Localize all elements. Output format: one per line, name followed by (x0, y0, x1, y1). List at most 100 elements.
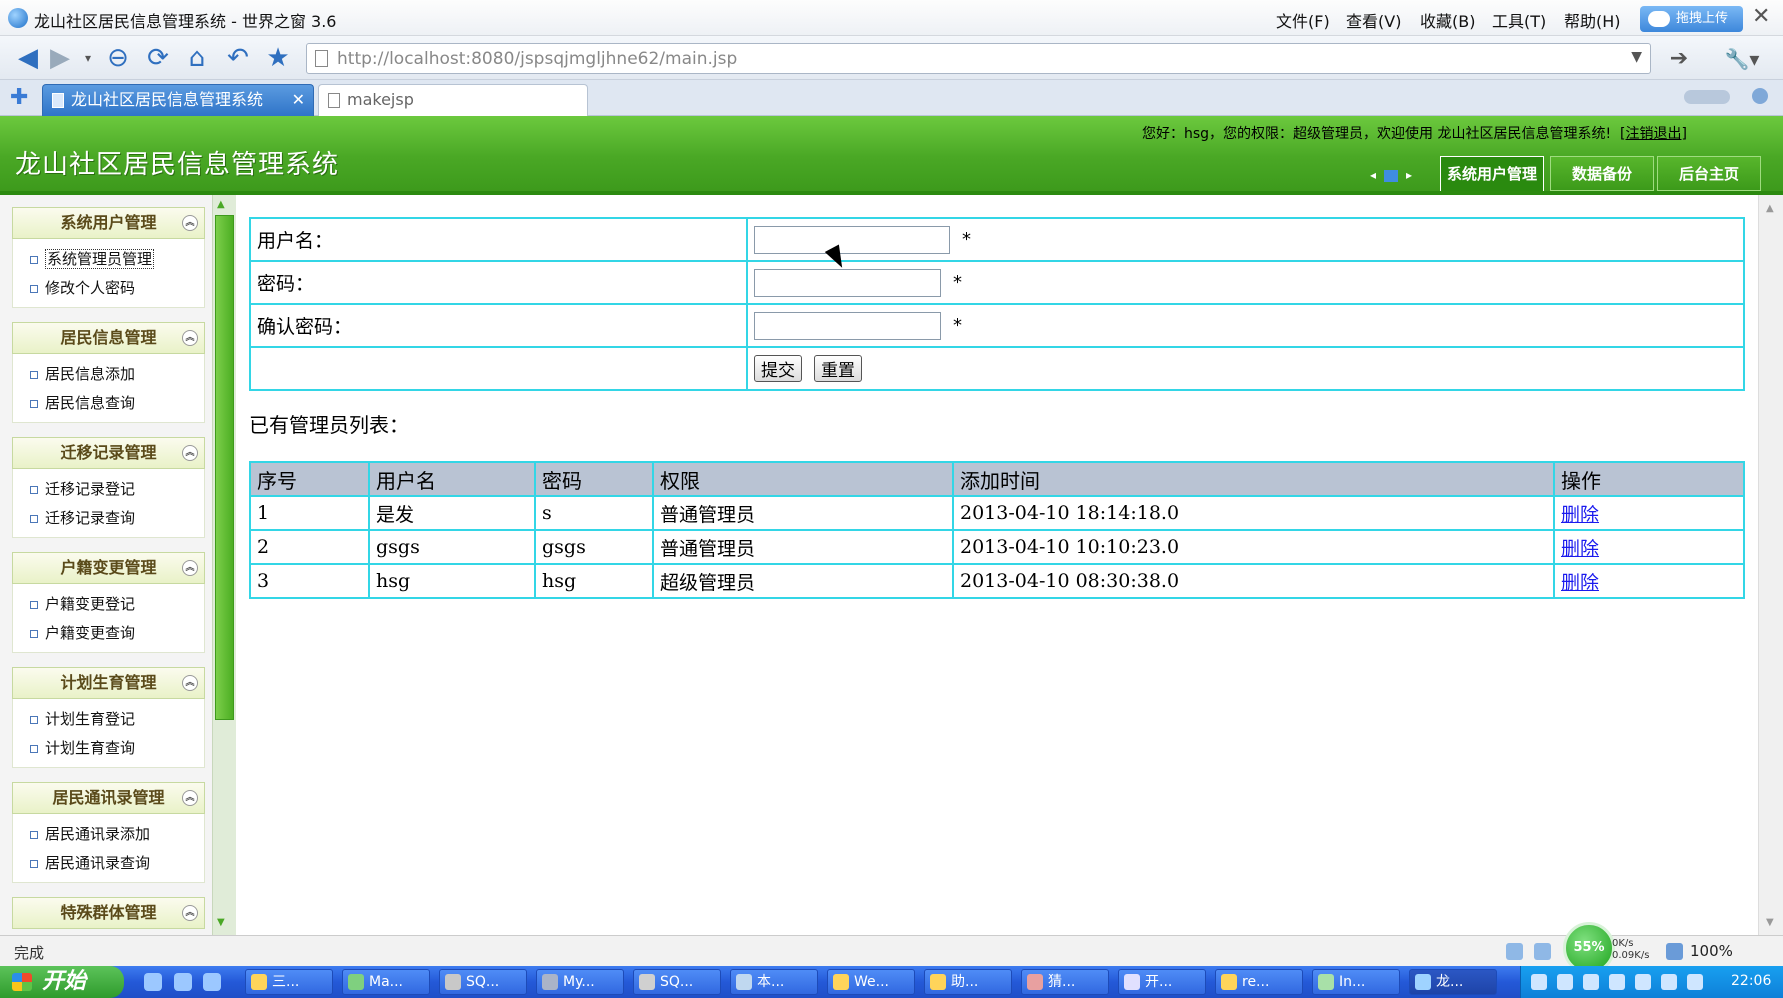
back-icon[interactable]: ◀ (12, 42, 44, 74)
favorite-star-icon[interactable]: ★ (262, 42, 294, 74)
menu-help[interactable]: 帮助(H) (1564, 8, 1621, 32)
menu-file[interactable]: 文件(F) (1276, 8, 1330, 32)
sidebar-item-resident-query[interactable]: 居民信息查询 (13, 389, 204, 418)
sidebar-group-header[interactable]: 居民信息管理 ︽ (12, 322, 205, 354)
taskbar-item[interactable]: 猜... (1021, 969, 1109, 995)
sidebar-item-family-planning-query[interactable]: 计划生育查询 (13, 734, 204, 763)
stop-icon[interactable]: ⊖ (102, 42, 134, 74)
menu-tools[interactable]: 工具(T) (1492, 8, 1546, 32)
go-arrow-icon[interactable]: ➔ (1663, 44, 1695, 74)
messenger-icon[interactable] (1635, 974, 1651, 990)
sidebar-group-header[interactable]: 系统用户管理 ︽ (12, 207, 205, 239)
sidebar-item-admin-management[interactable]: 系统管理员管理 (13, 245, 204, 274)
logout-link[interactable]: [注销退出] (1620, 126, 1687, 142)
address-bar[interactable]: http://localhost:8080/jspsqjmgljhne62/ma… (306, 43, 1651, 74)
delete-link[interactable]: 删除 (1561, 572, 1599, 594)
sidebar-item-migration-register[interactable]: 迁移记录登记 (13, 475, 204, 504)
sidebar-scrollbar[interactable]: ▲ ▼ (212, 195, 236, 935)
taskbar-item[interactable]: re... (1215, 969, 1303, 995)
taskbar-item[interactable]: 三... (245, 969, 333, 995)
reset-button[interactable]: 重置 (814, 355, 863, 382)
taskbar-item[interactable]: 助... (924, 969, 1012, 995)
sidebar-item-migration-query[interactable]: 迁移记录查询 (13, 504, 204, 533)
sidebar-item-contacts-add[interactable]: 居民通讯录添加 (13, 820, 204, 849)
new-tab-icon[interactable]: ✚ (10, 85, 28, 110)
taskbar-item[interactable]: Ma... (342, 969, 430, 995)
nav-left-icon[interactable]: ◂ (1370, 168, 1376, 182)
status-arrow-icon[interactable] (1534, 943, 1551, 960)
zoom-icon[interactable] (1666, 943, 1683, 960)
network-icon[interactable] (1583, 974, 1599, 990)
taskbar-item[interactable]: SQ... (439, 969, 527, 995)
address-url[interactable]: http://localhost:8080/jspsqjmgljhne62/ma… (337, 49, 737, 69)
tray-arrow-icon[interactable] (1557, 974, 1573, 990)
tab-scroll-icon[interactable] (1684, 90, 1730, 104)
scroll-up-icon[interactable]: ▲ (217, 199, 225, 210)
delete-link[interactable]: 删除 (1561, 504, 1599, 526)
scroll-down-icon[interactable]: ▼ (1766, 917, 1774, 928)
keyboard-icon[interactable] (1531, 974, 1547, 990)
collapse-icon[interactable]: ︽ (182, 560, 198, 576)
volume-icon[interactable] (1661, 974, 1677, 990)
username-input[interactable] (754, 225, 950, 254)
start-button[interactable]: 开始 (0, 966, 124, 998)
sidebar-group-header[interactable]: 特殊群体管理 ︽ (12, 897, 205, 929)
collapse-icon[interactable]: ︽ (182, 330, 198, 346)
collapse-icon[interactable]: ︽ (182, 675, 198, 691)
scroll-down-icon[interactable]: ▼ (217, 917, 225, 928)
address-dropdown-icon[interactable]: ▼ (1631, 49, 1642, 65)
taskbar-item[interactable]: My... (536, 969, 624, 995)
home-icon[interactable]: ⌂ (181, 42, 213, 74)
taskbar-item[interactable]: 本... (730, 969, 818, 995)
quicklaunch-app-icon[interactable] (174, 973, 192, 991)
scroll-up-icon[interactable]: ▲ (1766, 203, 1774, 214)
menu-favorites[interactable]: 收藏(B) (1420, 8, 1475, 32)
nav-right-icon[interactable]: ▸ (1406, 168, 1412, 182)
menu-view[interactable]: 查看(V) (1346, 8, 1401, 32)
topnav-data-backup[interactable]: 数据备份 (1550, 156, 1654, 191)
collapse-icon[interactable]: ︽ (182, 905, 198, 921)
topnav-admin-home[interactable]: 后台主页 (1657, 156, 1761, 191)
submit-button[interactable]: 提交 (754, 355, 802, 382)
tab-close-icon[interactable]: ✕ (292, 85, 305, 115)
confirm-password-input[interactable] (754, 311, 941, 340)
quicklaunch-ie-icon[interactable] (203, 973, 221, 991)
quicklaunch-browser-icon[interactable] (144, 973, 162, 991)
security-icon[interactable] (1609, 974, 1625, 990)
status-download-icon[interactable] (1506, 943, 1523, 960)
taskbar-item[interactable]: SQ... (633, 969, 721, 995)
taskbar-item[interactable]: We... (827, 969, 915, 995)
taskbar-item[interactable]: In... (1312, 969, 1400, 995)
undo-close-icon[interactable]: ↶ (222, 42, 254, 74)
delete-link[interactable]: 删除 (1561, 538, 1599, 560)
sidebar-group-header[interactable]: 户籍变更管理 ︽ (12, 552, 205, 584)
sidebar-group-header[interactable]: 居民通讯录管理 ︽ (12, 782, 205, 814)
collapse-icon[interactable]: ︽ (182, 445, 198, 461)
window-close-icon[interactable]: ✕ (1752, 4, 1770, 29)
sidebar-scroll-thumb[interactable] (215, 215, 234, 720)
sidebar-item-household-query[interactable]: 户籍变更查询 (13, 619, 204, 648)
taskbar-item[interactable]: 开... (1118, 969, 1206, 995)
history-dropdown-icon[interactable]: ▾ (72, 42, 104, 74)
refresh-icon[interactable]: ⟳ (142, 42, 174, 74)
sidebar-group-header[interactable]: 迁移记录管理 ︽ (12, 437, 205, 469)
tray-app-icon[interactable] (1687, 974, 1703, 990)
sidebar-group-header[interactable]: 计划生育管理 ︽ (12, 667, 205, 699)
sidebar-item-family-planning-register[interactable]: 计划生育登记 (13, 705, 204, 734)
drag-upload-button[interactable]: 拖拽上传 (1640, 6, 1743, 32)
password-input[interactable] (754, 268, 941, 297)
sidebar-item-contacts-query[interactable]: 居民通讯录查询 (13, 849, 204, 878)
taskbar-item-active[interactable]: 龙... (1409, 969, 1497, 995)
sidebar-item-resident-add[interactable]: 居民信息添加 (13, 360, 204, 389)
content-scrollbar[interactable]: ▲ ▼ (1758, 195, 1783, 935)
tools-wrench-icon[interactable]: 🔧▾ (1718, 44, 1766, 74)
sidebar-item-household-register[interactable]: 户籍变更登记 (13, 590, 204, 619)
collapse-icon[interactable]: ︽ (182, 215, 198, 231)
tab-main[interactable]: 龙山社区居民信息管理系统 ✕ (42, 84, 314, 116)
collapse-icon[interactable]: ︽ (182, 790, 198, 806)
top-nav-scroller[interactable]: ◂ ▸ (1370, 168, 1412, 182)
sidebar-item-change-password[interactable]: 修改个人密码 (13, 274, 204, 303)
tab-menu-icon[interactable] (1752, 88, 1768, 104)
tray-clock[interactable]: 22:06 (1731, 973, 1771, 989)
tab-makejsp[interactable]: makejsp (318, 84, 588, 116)
